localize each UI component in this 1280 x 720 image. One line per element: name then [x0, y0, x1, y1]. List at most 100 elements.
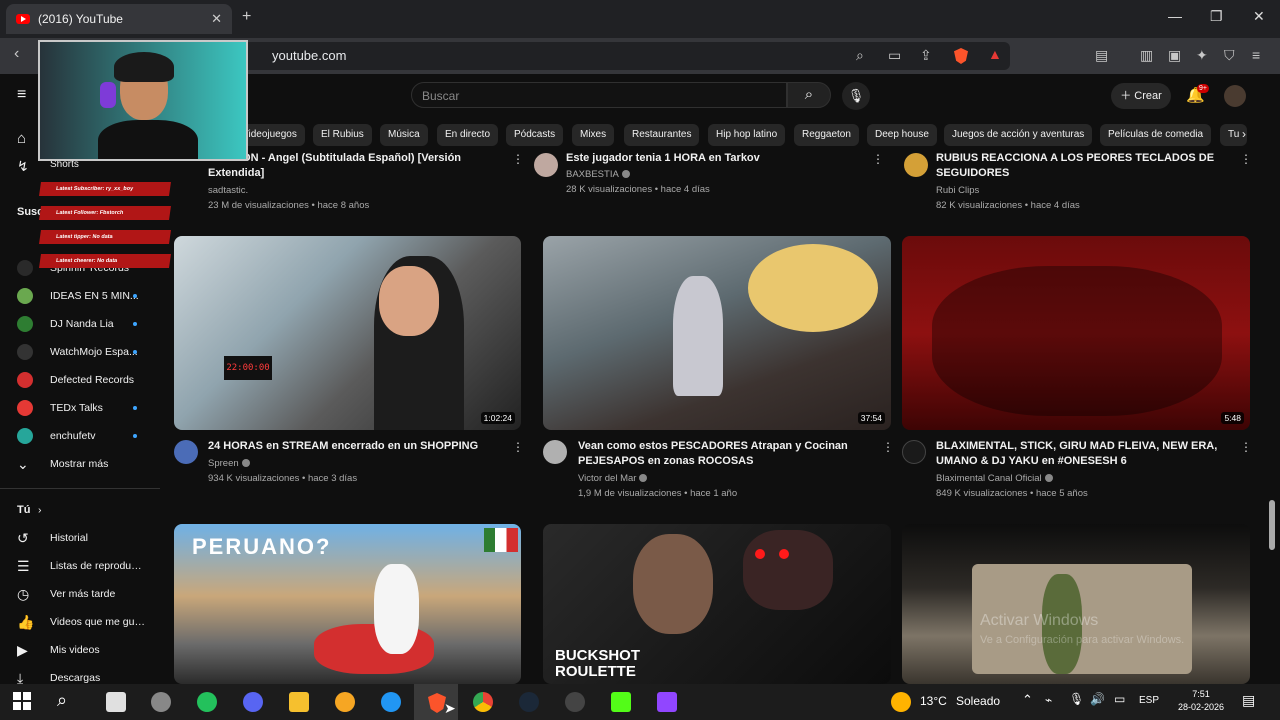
chip[interactable]: Deep house	[867, 124, 937, 146]
more-options-icon[interactable]: ⋮	[872, 152, 884, 166]
chip[interactable]: Hip hop latino	[708, 124, 786, 146]
create-button[interactable]: ＋ Crear	[1111, 83, 1171, 109]
app-icon[interactable]	[151, 692, 171, 712]
channel-avatar[interactable]	[543, 440, 567, 464]
sidebar-toggle-icon[interactable]: ▥	[1140, 47, 1153, 64]
browser-tab[interactable]: (2016) YouTube ✕	[6, 4, 232, 34]
vpn-icon[interactable]: ⛉	[1224, 47, 1235, 64]
kick-icon[interactable]	[611, 692, 631, 712]
obs-icon[interactable]	[565, 692, 585, 712]
video-thumbnail[interactable]	[902, 524, 1250, 684]
chip[interactable]: Mixes	[572, 124, 615, 146]
channel-avatar[interactable]	[534, 153, 558, 177]
window-close-icon[interactable]: ✕	[1253, 8, 1265, 25]
back-icon[interactable]: ‹	[14, 45, 19, 63]
video-title[interactable]: Este jugador tenia 1 HORA en Tarkov	[566, 151, 866, 166]
video-thumbnail[interactable]: 22:00:00 1:02:24	[174, 236, 521, 430]
sidebar-item-watch-later[interactable]: ◷ Ver más tarde	[0, 580, 160, 608]
messenger-icon[interactable]	[335, 692, 355, 712]
reader-icon[interactable]: ▤	[1095, 47, 1108, 64]
weather-condition[interactable]: Soleado	[956, 694, 1000, 708]
url-bar[interactable]: youtube.com ⌕ ▭ ⇪ ▲	[230, 42, 1010, 70]
you-heading[interactable]: Tú ›	[0, 496, 160, 524]
video-title[interactable]: RUBIUS REACCIONA A LOS PEORES TECLADOS D…	[936, 151, 1236, 181]
channel-name[interactable]: Victor del Mar	[578, 471, 648, 486]
leo-icon[interactable]: ✦	[1196, 47, 1208, 64]
sidebar-item-playlists[interactable]: ☰ Listas de reproducc...	[0, 552, 160, 580]
more-options-icon[interactable]: ⋮	[1240, 152, 1252, 166]
new-tab-icon[interactable]: +	[242, 8, 251, 26]
channel-avatar[interactable]	[902, 440, 926, 464]
weather-sun-icon[interactable]	[891, 692, 911, 712]
video-thumbnail[interactable]: 37:54	[543, 236, 891, 430]
video-thumbnail[interactable]: PERUANO?	[174, 524, 521, 684]
sidebar-channel[interactable]: IDEAS EN 5 MIN...	[0, 282, 160, 310]
channel-name[interactable]: BAXBESTIA	[566, 167, 630, 182]
sidebar-channel[interactable]: WatchMojo Espa...	[0, 338, 160, 366]
channel-name[interactable]: Blaximental Canal Oficial	[936, 471, 1053, 486]
more-options-icon[interactable]: ⋮	[1240, 440, 1252, 454]
cast-icon[interactable]: ▭	[888, 47, 901, 64]
chip[interactable]: El Rubius	[313, 124, 372, 146]
chip[interactable]: Películas de comedia	[1100, 124, 1212, 146]
search-input[interactable]: Buscar	[411, 82, 787, 108]
microphone-icon[interactable]: 🎙	[1069, 692, 1084, 706]
chip[interactable]: Pódcasts	[506, 124, 564, 146]
weather-temperature[interactable]: 13°C	[920, 694, 947, 708]
chrome-icon[interactable]	[473, 692, 493, 712]
chip[interactable]: En directo	[437, 124, 499, 146]
steam-icon[interactable]	[519, 692, 539, 712]
chip[interactable]: Juegos de acción y aventuras	[944, 124, 1093, 146]
channel-name[interactable]: sadtastic.	[208, 183, 248, 198]
channel-avatar[interactable]	[174, 440, 198, 464]
video-title[interactable]: ...TACION - Angel (Subtitulada Español) …	[208, 151, 508, 181]
sidebar-channel[interactable]: Defected Records	[0, 366, 160, 394]
display-icon[interactable]: ▭	[1114, 692, 1125, 706]
sidebar-item-liked[interactable]: 👍 Videos que me gus...	[0, 608, 160, 636]
windows-start-icon[interactable]	[13, 692, 31, 710]
shorts-icon[interactable]: ↯	[17, 158, 29, 175]
tab-close-icon[interactable]: ✕	[211, 11, 222, 27]
clock[interactable]: 7:51 28-02-2026	[1178, 688, 1224, 714]
sidebar-channel[interactable]: TEDx Talks	[0, 394, 160, 422]
sidebar-channel[interactable]: enchufetv	[0, 422, 160, 450]
razer-icon[interactable]	[197, 692, 217, 712]
hamburger-icon[interactable]: ≡	[17, 86, 26, 104]
channel-name[interactable]: Spreen	[208, 456, 250, 471]
video-title[interactable]: 24 HORAS en STREAM encerrado en un SHOPP…	[208, 439, 508, 454]
tray-expand-icon[interactable]: ⌃	[1022, 692, 1033, 708]
file-explorer-icon[interactable]	[289, 692, 309, 712]
sidebar-item-history[interactable]: ↺ Historial	[0, 524, 160, 552]
video-thumbnail[interactable]: 5:48	[902, 236, 1250, 430]
discord-icon[interactable]	[243, 692, 263, 712]
sidebar-channel[interactable]: DJ Nanda Lia	[0, 310, 160, 338]
edge-icon[interactable]	[381, 692, 401, 712]
restore-icon[interactable]: ❐	[1210, 8, 1223, 25]
search-icon[interactable]: ⌕	[57, 690, 67, 711]
video-title[interactable]: BLAXIMENTAL, STICK, GIRU MAD FLEIVA, NEW…	[936, 439, 1236, 469]
more-options-icon[interactable]: ⋮	[512, 152, 524, 166]
brave-rewards-icon[interactable]: ▲	[988, 46, 1002, 62]
zoom-icon[interactable]: ⌕	[856, 47, 864, 64]
scrollbar[interactable]	[1269, 500, 1275, 550]
notification-center-icon[interactable]: ▤	[1242, 692, 1255, 709]
show-more-button[interactable]: ⌄ Mostrar más	[0, 450, 160, 478]
wallet-icon[interactable]: ▣	[1168, 47, 1181, 64]
volume-icon[interactable]: 🔊	[1090, 692, 1105, 706]
language-indicator[interactable]: ESP	[1139, 695, 1159, 706]
minimize-icon[interactable]: —	[1168, 8, 1182, 24]
chip[interactable]: Restaurantes	[624, 124, 700, 146]
video-thumbnail[interactable]: BUCKSHOT ROULETTE	[543, 524, 891, 684]
twitch-icon[interactable]	[657, 692, 677, 712]
avatar[interactable]	[1224, 85, 1246, 107]
search-button[interactable]: ⌕	[787, 82, 831, 108]
network-icon[interactable]: ⌁	[1045, 693, 1052, 707]
channel-avatar[interactable]	[904, 153, 928, 177]
home-icon[interactable]: ⌂	[17, 130, 26, 147]
more-options-icon[interactable]: ⋮	[512, 440, 524, 454]
video-title[interactable]: Vean como estos PESCADORES Atrapan y Coc…	[578, 439, 878, 469]
sidebar-item-my-videos[interactable]: ▶ Mis videos	[0, 636, 160, 664]
defender-icon[interactable]	[106, 692, 126, 712]
voice-search-button[interactable]: 🎙	[842, 82, 870, 110]
brave-shields-icon[interactable]	[954, 48, 968, 64]
